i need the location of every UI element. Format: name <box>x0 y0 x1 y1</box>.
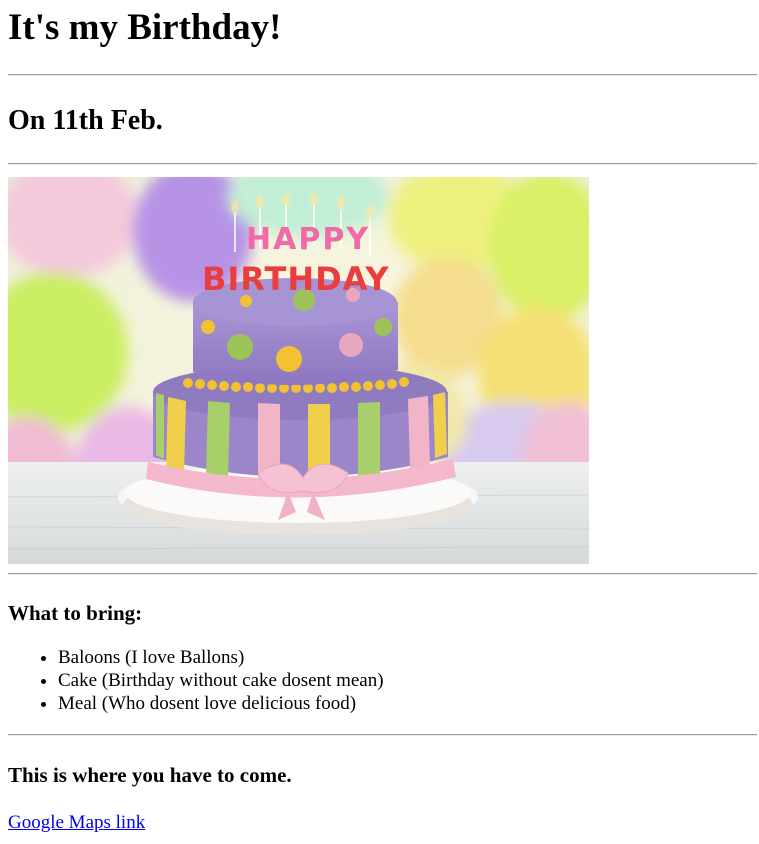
bring-list: Baloons (I love Ballons) Cake (Birthday … <box>8 646 751 715</box>
cake-topper-happy: HAPPY <box>246 222 370 257</box>
list-item: Cake (Birthday without cake dosent mean) <box>58 669 751 692</box>
cake-topper-birthday: BIRTHDAY <box>202 260 390 298</box>
list-item: Baloons (I love Ballons) <box>58 646 751 669</box>
date-heading: On 11th Feb. <box>8 105 163 136</box>
google-maps-link[interactable]: Google Maps link <box>8 812 145 834</box>
location-section: This is where you have to come. Google M… <box>8 762 751 834</box>
divider <box>8 734 757 736</box>
divider <box>8 573 757 575</box>
bring-section: What to bring: Baloons (I love Ballons) … <box>8 600 751 715</box>
divider <box>8 163 757 165</box>
bring-heading: What to bring: <box>8 601 143 625</box>
page-title: It's my Birthday! <box>8 7 282 48</box>
birthday-cake-image: HAPPY BIRTHDAY <box>8 177 589 564</box>
location-heading: This is where you have to come. <box>8 763 292 787</box>
list-item: Meal (Who dosent love delicious food) <box>58 692 751 715</box>
divider <box>8 74 757 76</box>
page: It's my Birthday! On 11th Feb. HAPPY BIR… <box>0 0 759 834</box>
